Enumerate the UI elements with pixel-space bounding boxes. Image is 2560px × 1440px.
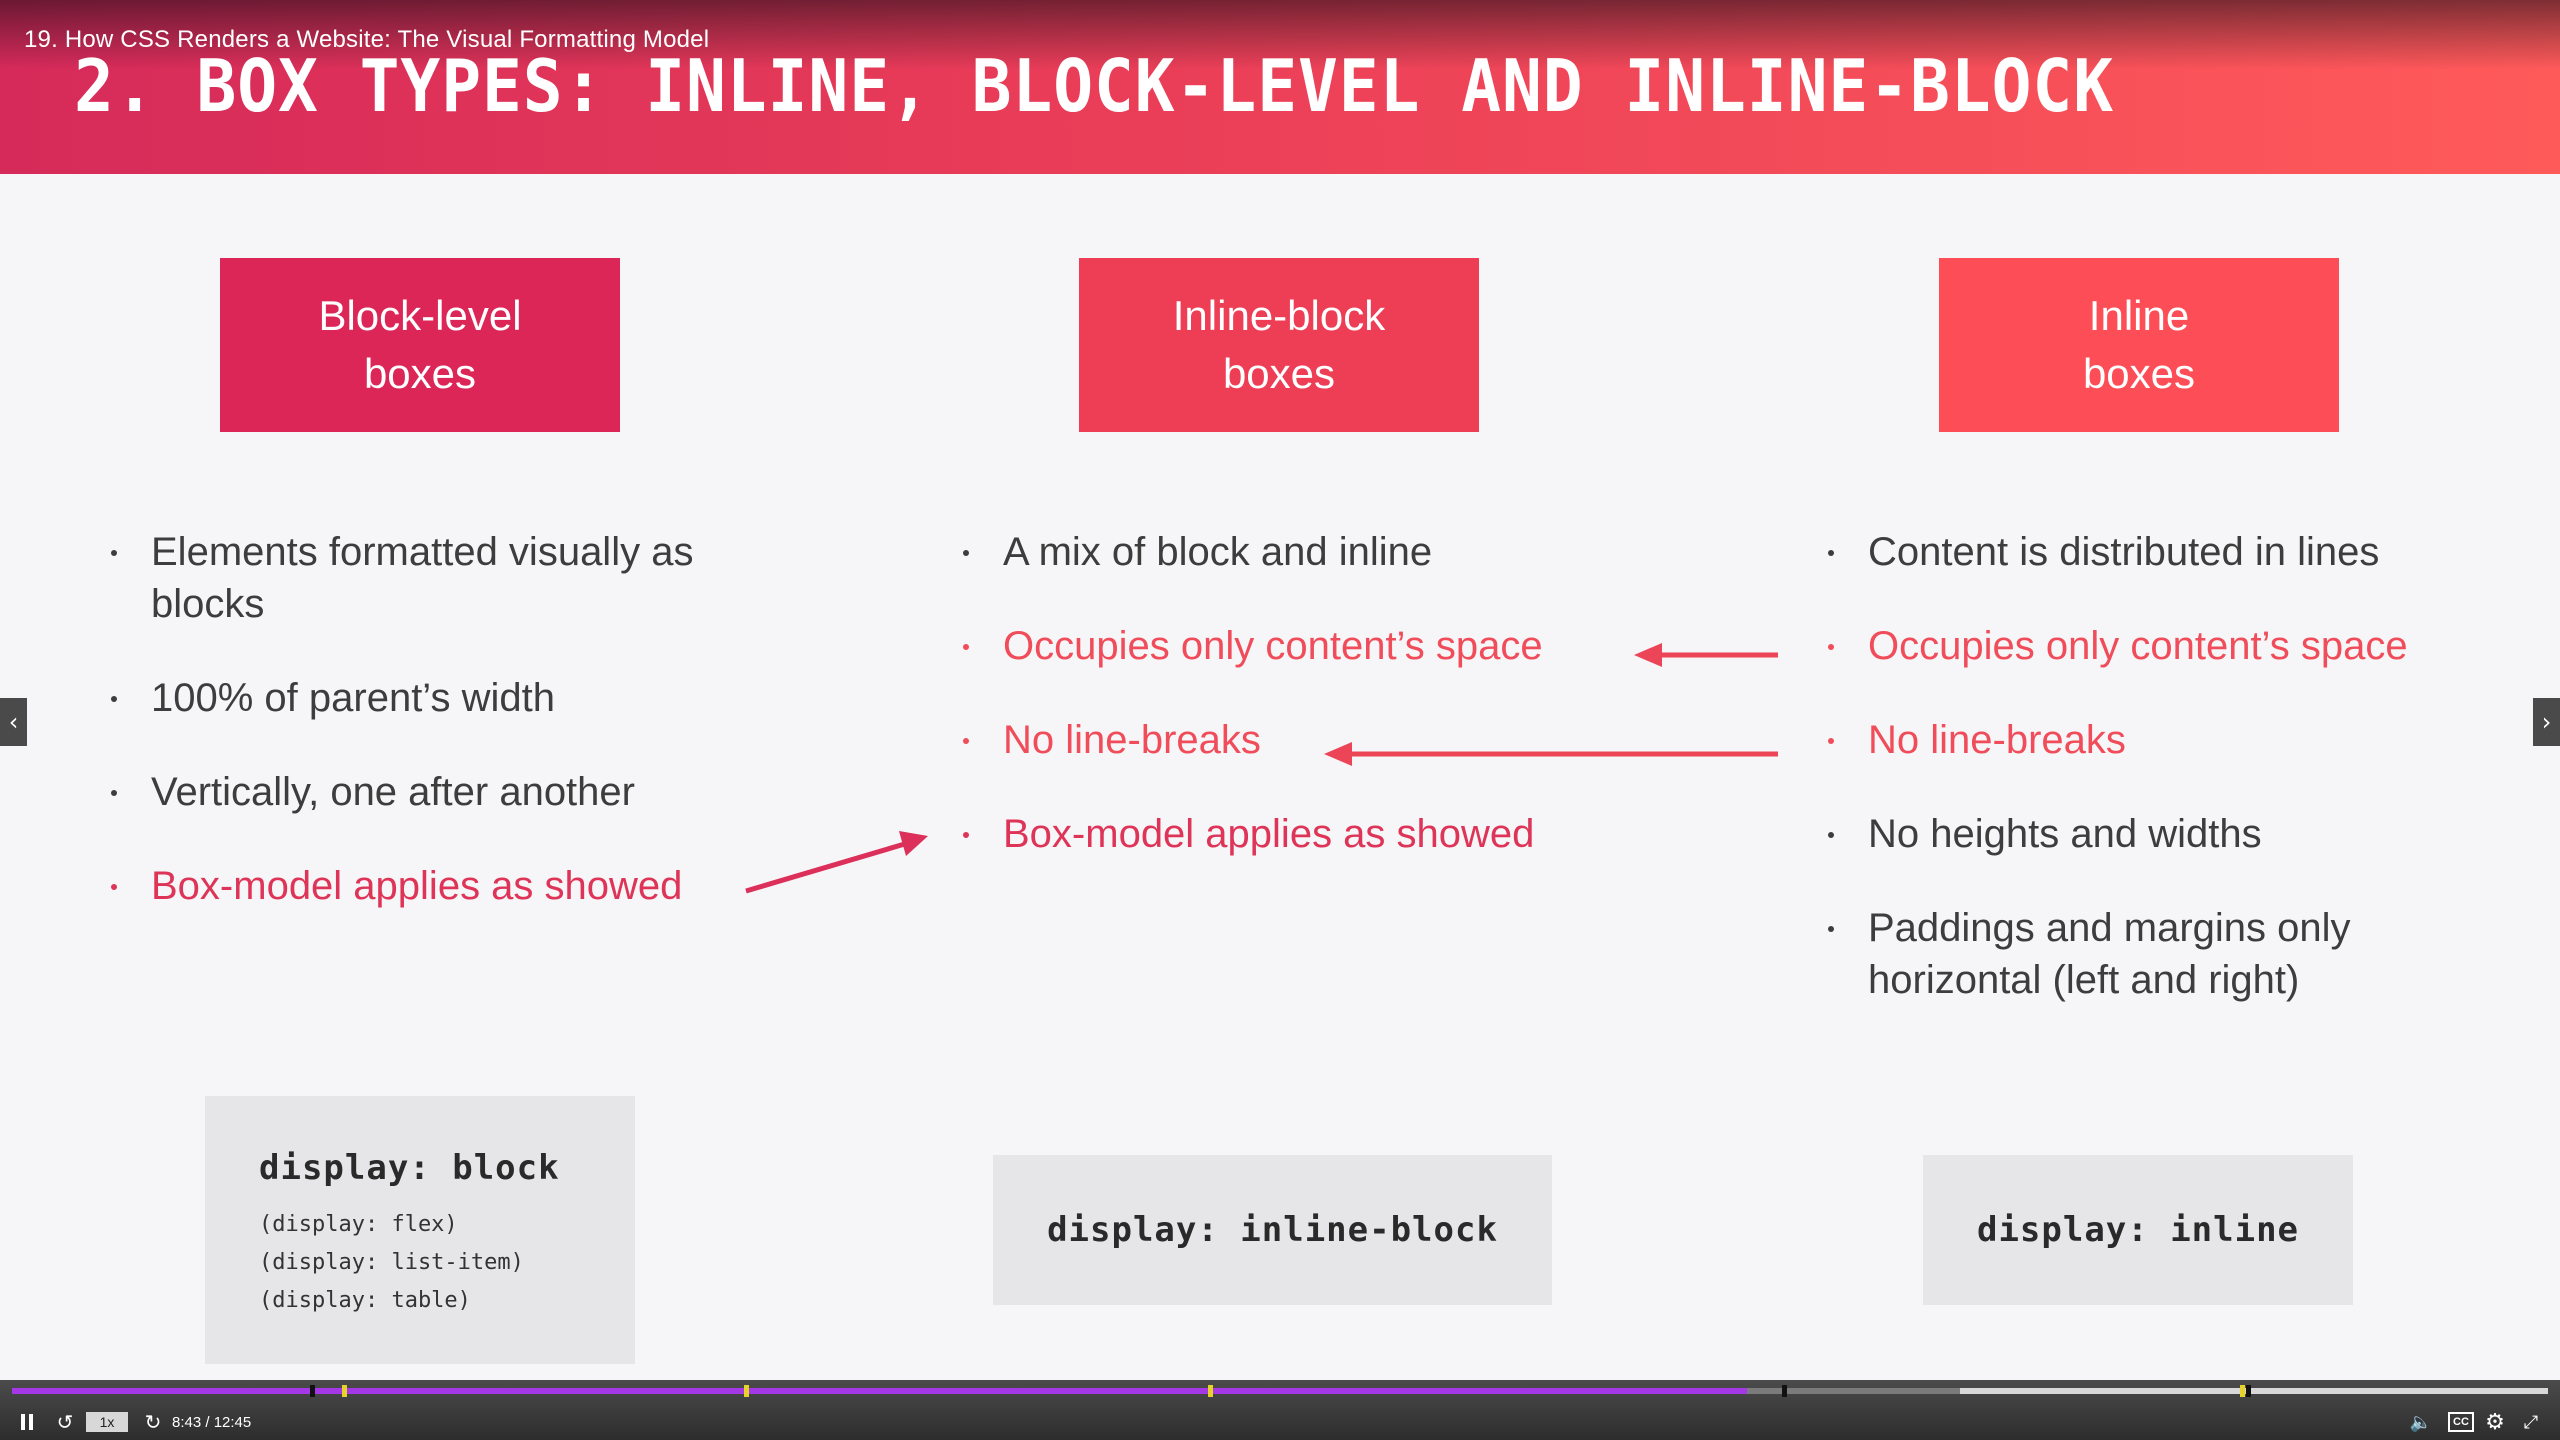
- list-item: No line-breaks: [963, 714, 1643, 766]
- list-item: Elements formatted visually as blocks: [111, 526, 751, 630]
- list-item: Box-model applies as showed: [963, 808, 1643, 860]
- list-item: No line-breaks: [1828, 714, 2508, 766]
- code-sub-line: (display: list-item): [259, 1250, 524, 1275]
- bookmark-marker: [744, 1385, 749, 1397]
- bookmark-marker: [1208, 1385, 1213, 1397]
- progress-fill: [12, 1388, 1747, 1394]
- list-item: Paddings and margins only horizontal (le…: [1828, 902, 2508, 1006]
- chapter-marker: [1782, 1385, 1787, 1397]
- arrow-block-to-inline-block: [745, 831, 928, 894]
- code-box-display-inline: display: inline: [1923, 1155, 2353, 1305]
- pause-button[interactable]: [16, 1410, 38, 1434]
- forward-button[interactable]: ↻: [142, 1410, 164, 1434]
- chevron-left-icon: ‹: [8, 708, 19, 736]
- progress-bar[interactable]: [12, 1385, 2548, 1397]
- previous-lecture-button[interactable]: ‹: [0, 698, 27, 746]
- settings-button[interactable]: ⚙: [2482, 1409, 2508, 1434]
- block-level-box: Block-level boxes: [220, 258, 620, 432]
- list-item: Occupies only content’s space: [1828, 620, 2508, 672]
- inline-box: Inline boxes: [1939, 258, 2339, 432]
- inline-label-line1: Inline: [2088, 292, 2190, 339]
- pause-icon: [21, 1414, 33, 1430]
- block-level-label-line1: Block-level: [318, 292, 522, 339]
- volume-button[interactable]: 🔈: [2408, 1410, 2434, 1434]
- code-box-display-inline-block: display: inline-block: [993, 1155, 1552, 1305]
- chapter-marker: [2246, 1385, 2251, 1397]
- forward-icon: ↻: [144, 1411, 162, 1434]
- code-sub-line: (display: table): [259, 1288, 471, 1313]
- list-item: Box-model applies as showed: [111, 860, 751, 912]
- list-item: A mix of block and inline: [963, 526, 1643, 578]
- slide-stage: 19. How CSS Renders a Website: The Visua…: [0, 0, 2560, 1440]
- settings-icon: ⚙: [2485, 1409, 2505, 1434]
- code-box-display-block: display: block (display: flex) (display:…: [205, 1096, 635, 1364]
- slide-header: 19. How CSS Renders a Website: The Visua…: [0, 0, 2560, 174]
- fullscreen-icon: ⤢: [2523, 1411, 2539, 1432]
- code-main: display: inline-block: [1047, 1210, 1498, 1250]
- inline-block-bullet-list: A mix of block and inline Occupies only …: [963, 526, 1643, 902]
- code-main: display: block: [259, 1148, 560, 1188]
- chapter-marker: [310, 1385, 315, 1397]
- rewind-icon: ↺: [56, 1411, 74, 1434]
- list-item: Occupies only content’s space: [963, 620, 1643, 672]
- block-level-bullet-list: Elements formatted visually as blocks 10…: [111, 526, 751, 954]
- bookmark-marker: [342, 1385, 347, 1397]
- arrow-inline-space: [1634, 643, 1778, 667]
- list-item: Vertically, one after another: [111, 766, 751, 818]
- time-display: 8:43 / 12:45: [172, 1413, 252, 1431]
- slide-title: 2. BOX TYPES: INLINE, BLOCK-LEVEL AND IN…: [74, 44, 2114, 128]
- volume-icon: 🔈: [2409, 1411, 2433, 1432]
- code-sub-line: (display: flex): [259, 1212, 458, 1237]
- rewind-button[interactable]: ↺: [54, 1410, 76, 1434]
- block-level-label-line2: boxes: [363, 350, 477, 397]
- cc-icon: CC: [2453, 1416, 2469, 1428]
- captions-button[interactable]: CC: [2448, 1412, 2474, 1432]
- code-main: display: inline: [1976, 1210, 2300, 1250]
- list-item: 100% of parent’s width: [111, 672, 751, 724]
- bookmark-marker: [2240, 1385, 2245, 1397]
- next-lecture-button[interactable]: ›: [2533, 698, 2560, 746]
- inline-bullet-list: Content is distributed in lines Occupies…: [1828, 526, 2508, 1048]
- list-item: No heights and widths: [1828, 808, 2508, 860]
- chevron-right-icon: ›: [2541, 708, 2552, 736]
- speed-label: 1x: [99, 1414, 115, 1430]
- playback-speed-button[interactable]: 1x: [86, 1412, 128, 1432]
- inline-block-label-line2: boxes: [1222, 350, 1336, 397]
- inline-block-label-line1: Inline-block: [1172, 292, 1386, 339]
- video-player-controls: ↺ 1x ↻ 8:43 / 12:45 🔈 CC ⚙ ⤢: [0, 1380, 2560, 1440]
- list-item: Content is distributed in lines: [1828, 526, 2508, 578]
- inline-block-box: Inline-block boxes: [1079, 258, 1479, 432]
- inline-label-line2: boxes: [2082, 350, 2196, 397]
- fullscreen-button[interactable]: ⤢: [2518, 1410, 2544, 1434]
